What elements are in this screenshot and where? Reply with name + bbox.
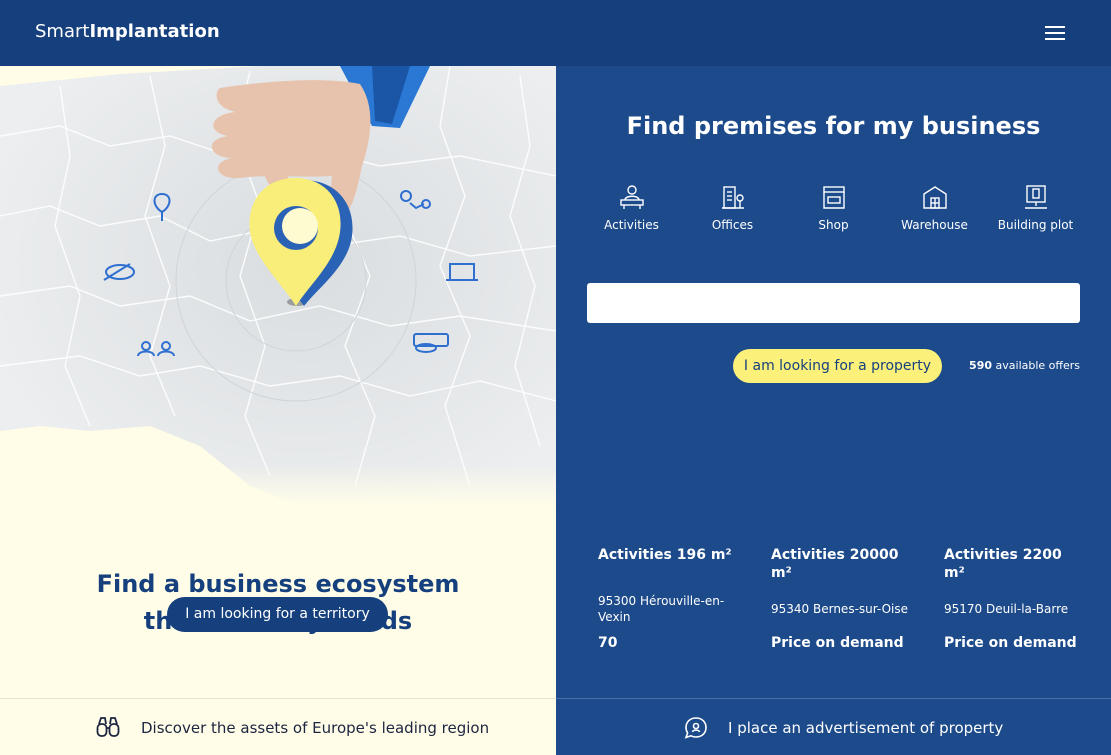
premises-title: Find premises for my business [626, 112, 1041, 140]
premises-panel: Find premises for my business Activities… [556, 66, 1111, 755]
listing-card[interactable]: Activities 20000 m² 95340 Bernes-sur-Ois… [771, 546, 911, 651]
listing-title: Activities 196 m² [598, 547, 732, 563]
listing-price: Price on demand [944, 635, 1077, 651]
listing-card[interactable]: Activities 2200 m² 95170 Deuil-la-Barre … [944, 546, 1084, 651]
discover-assets-text: Discover the assets of Europe's leading … [141, 719, 490, 737]
category-activities[interactable]: Activities [581, 184, 682, 232]
listing-title: Activities 20000 m² [771, 547, 899, 581]
property-search-button[interactable]: I am looking for a property [733, 349, 942, 383]
category-list: Activities Offices Shop Warehouse Buildi… [581, 184, 1086, 244]
shop-icon [822, 186, 845, 209]
available-offers: 590 available offers [969, 359, 1080, 372]
category-offices-label: Offices [711, 218, 754, 232]
building-plot-icon [1024, 185, 1047, 209]
top-bar: SmartImplantation [0, 0, 1111, 66]
offers-count: 590 [969, 359, 993, 372]
listing-location: 95300 Hérouville-en-Vexin [598, 594, 725, 624]
territory-search-button[interactable]: I am looking for a territory [167, 597, 388, 632]
location-search-input[interactable] [587, 283, 1080, 323]
category-warehouse-label: Warehouse [901, 218, 968, 232]
binoculars-icon [96, 717, 120, 737]
activities-icon [619, 185, 644, 209]
offices-icon [721, 186, 744, 209]
brand-light: Smart [35, 21, 90, 42]
offers-label: available offers [995, 359, 1080, 372]
place-advertisement-text: I place an advertisement of property [728, 719, 1004, 737]
hamburger-icon[interactable] [1045, 26, 1065, 40]
category-building-plot[interactable]: Building plot [985, 184, 1086, 232]
territory-panel: Find a business ecosystem that suits my … [0, 66, 556, 755]
listing-location: 95340 Bernes-sur-Oise [771, 602, 908, 616]
discover-assets-link[interactable]: Discover the assets of Europe's leading … [0, 698, 556, 755]
map-illustration [0, 66, 556, 506]
listing-price: 70 [598, 635, 618, 651]
listing-location: 95170 Deuil-la-Barre [944, 602, 1069, 616]
brand-logo[interactable]: SmartImplantation [35, 21, 220, 42]
place-advertisement-link[interactable]: I place an advertisement of property [556, 698, 1111, 755]
category-shop-label: Shop [818, 218, 849, 232]
category-offices[interactable]: Offices [682, 184, 783, 232]
category-shop[interactable]: Shop [783, 184, 884, 232]
listing-title: Activities 2200 m² [944, 547, 1062, 581]
category-building-plot-label: Building plot [997, 218, 1074, 232]
chat-icon [684, 717, 707, 739]
brand-bold: Implantation [89, 21, 220, 42]
category-warehouse[interactable]: Warehouse [884, 184, 985, 232]
warehouse-icon [922, 186, 947, 209]
listing-price: Price on demand [771, 635, 904, 651]
listing-card[interactable]: Activities 196 m² 95300 Hérouville-en-Ve… [598, 546, 738, 651]
category-activities-label: Activities [604, 218, 659, 232]
